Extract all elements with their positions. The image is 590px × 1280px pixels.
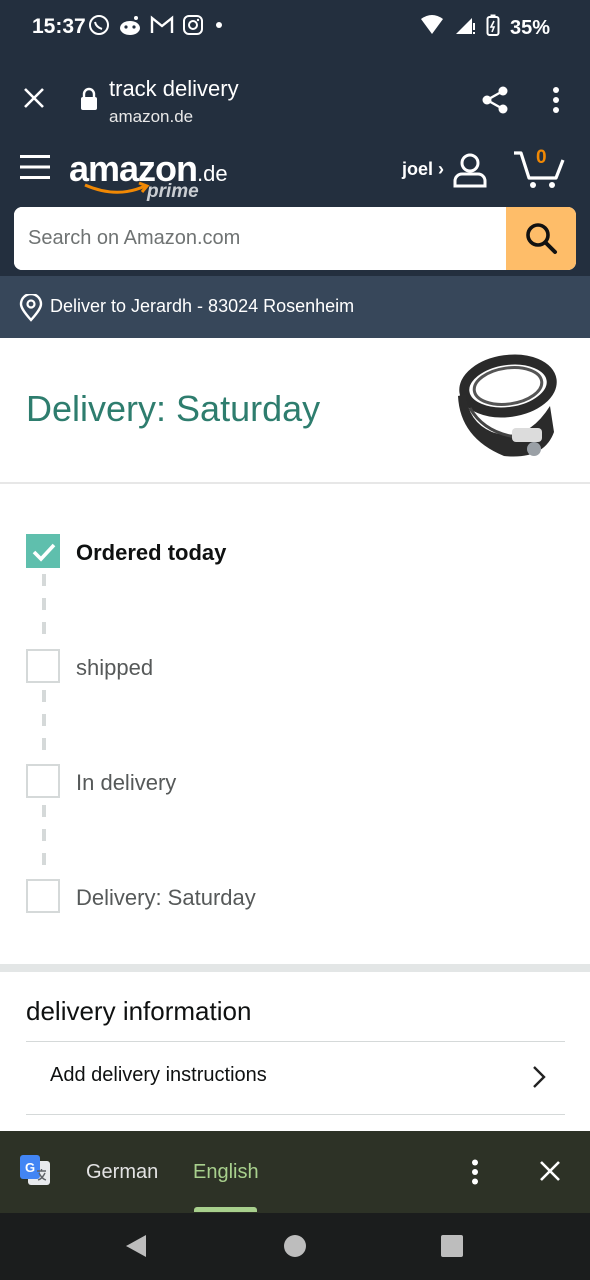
status-bar: 15:37 35% — [0, 0, 590, 56]
checkmark-icon — [32, 543, 56, 562]
timeline-connector — [42, 690, 46, 760]
tab-german[interactable]: German — [86, 1161, 158, 1184]
search-input[interactable] — [14, 207, 532, 270]
more-menu-icon[interactable] — [551, 86, 561, 119]
amazon-header: amazon.de prime joel › 0 — [0, 142, 590, 276]
add-delivery-instructions-label: Add delivery instructions — [50, 1064, 267, 1086]
home-icon[interactable] — [283, 1234, 307, 1263]
smile-arrow-icon — [84, 181, 150, 194]
battery-icon — [486, 14, 500, 42]
section-divider — [0, 482, 590, 484]
signal-icon — [454, 15, 476, 41]
lock-icon — [79, 87, 99, 116]
instagram-icon — [182, 14, 204, 41]
step-checkbox-shipped — [26, 649, 60, 683]
amazon-prime-logo[interactable]: amazon.de prime — [69, 148, 228, 202]
tab-english[interactable]: English — [193, 1161, 259, 1184]
hamburger-menu-icon[interactable] — [20, 153, 50, 186]
dot-icon — [212, 14, 226, 41]
timeline-connector — [42, 805, 46, 875]
page-title: track delivery — [109, 76, 239, 101]
translate-bar: G German English — [0, 1131, 590, 1213]
account-label[interactable]: joel › — [402, 159, 444, 180]
location-pin-icon — [19, 292, 43, 327]
close-tab-icon[interactable] — [22, 86, 46, 115]
step-label-in-delivery: In delivery — [76, 770, 177, 795]
recents-icon[interactable] — [441, 1235, 463, 1262]
gmail-icon — [150, 15, 174, 40]
logo-prime: prime — [147, 181, 199, 202]
notification-icons — [88, 14, 226, 41]
step-label-shipped: shipped — [76, 655, 154, 680]
step-checkbox-in-delivery — [26, 764, 60, 798]
reddit-icon — [118, 14, 142, 41]
page-url: amazon.de — [109, 107, 194, 126]
battery-percent: 35% — [509, 16, 550, 39]
product-image[interactable] — [446, 348, 566, 468]
timeline-connector — [42, 574, 46, 644]
deliver-to-bar[interactable]: Deliver to Jerardh - 83024 Rosenheim — [0, 276, 590, 338]
system-nav-bar — [0, 1213, 590, 1280]
chevron-right-icon — [531, 1064, 547, 1095]
search-button[interactable] — [506, 207, 576, 270]
add-delivery-instructions-row[interactable]: Add delivery instructions — [26, 1042, 565, 1114]
logo-tld: .de — [197, 161, 228, 186]
step-label-delivered: Delivery: Saturday — [76, 885, 256, 910]
step-checkbox-ordered — [26, 534, 60, 568]
search-icon — [526, 223, 557, 254]
cart-count: 0 — [536, 147, 547, 168]
section-divider — [0, 964, 590, 972]
status-time: 15:37 — [32, 15, 86, 38]
share-icon[interactable] — [480, 85, 510, 120]
browser-toolbar: track delivery amazon.de — [0, 56, 590, 142]
active-tab-indicator — [194, 1207, 257, 1212]
search-bar — [14, 207, 576, 270]
translate-more-icon[interactable] — [470, 1159, 480, 1190]
deliver-to-label: Deliver to Jerardh - 83024 Rosenheim — [50, 296, 355, 316]
delivery-heading: Delivery: Saturday — [26, 388, 321, 429]
translate-close-icon[interactable] — [539, 1160, 561, 1187]
step-checkbox-delivered — [26, 879, 60, 913]
svg-text:G: G — [25, 1160, 35, 1175]
account-icon[interactable] — [452, 152, 488, 193]
delivery-info-title: delivery information — [26, 996, 252, 1026]
google-translate-icon: G — [18, 1153, 52, 1192]
whatsapp-icon — [88, 14, 110, 41]
wifi-icon — [420, 15, 444, 41]
system-icons: 35% — [420, 14, 550, 42]
list-divider — [26, 1114, 565, 1115]
step-label-ordered: Ordered today — [76, 540, 227, 565]
back-icon[interactable] — [124, 1233, 148, 1264]
